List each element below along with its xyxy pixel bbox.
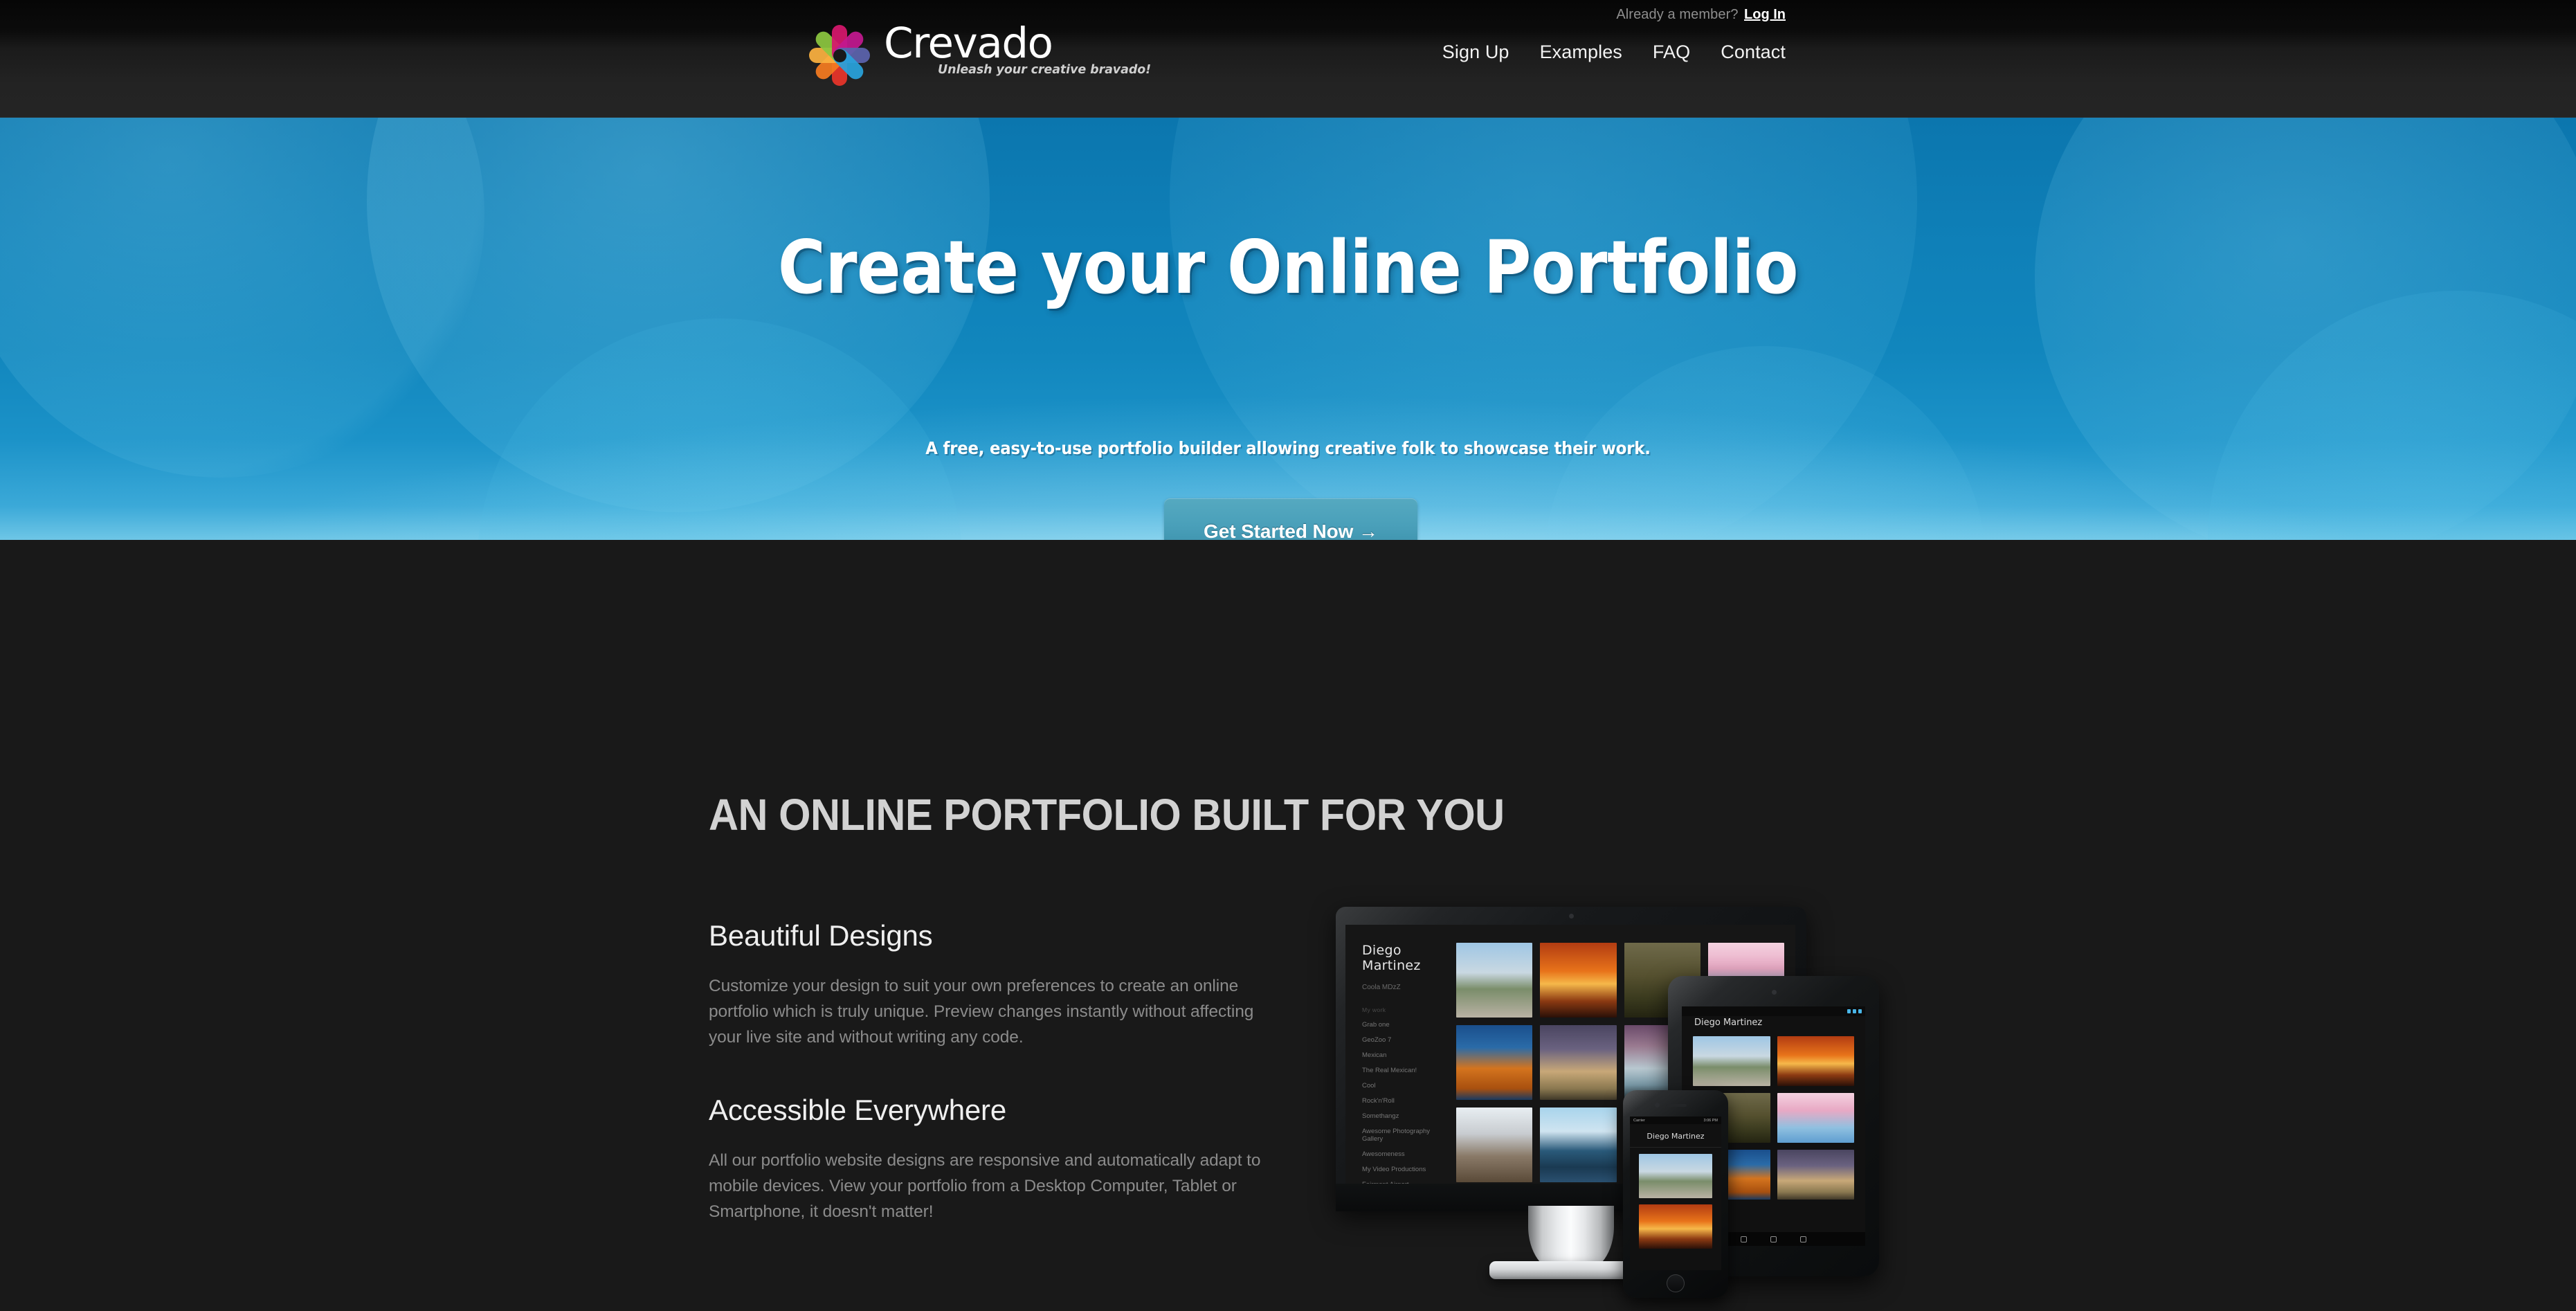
- portfolio-thumbnail[interactable]: [1540, 1107, 1617, 1182]
- feature-body: All our portfolio website designs are re…: [709, 1150, 1261, 1222]
- portfolio-thumbnail[interactable]: [1540, 1025, 1617, 1100]
- nav-contact[interactable]: Contact: [1721, 42, 1786, 63]
- nav-sign-up[interactable]: Sign Up: [1442, 42, 1509, 63]
- portfolio-thumbnail[interactable]: [1639, 1204, 1712, 1249]
- member-topbar: Already a member? Log In: [0, 7, 2576, 30]
- logo-hub: [833, 49, 846, 62]
- hero-banner: Create your Online Portfolio A free, eas…: [0, 118, 2576, 540]
- portfolio-thumbnail[interactable]: [1777, 1036, 1854, 1086]
- portfolio-link[interactable]: Awesomeness: [1362, 1150, 1449, 1158]
- phone-speaker-icon: [1666, 1104, 1687, 1107]
- tablet-status-bar: [1682, 1006, 1865, 1016]
- feature-body: Customize your design to suit your own p…: [709, 977, 1254, 1047]
- features-section: AN ONLINE PORTFOLIO BUILT FOR YOU Beauti…: [0, 540, 2576, 1311]
- feature-title: Beautiful Designs: [709, 919, 933, 952]
- wordmark: Crevado Unleash your creative bravado!: [884, 19, 1152, 77]
- portfolio-link[interactable]: Mexican: [1362, 1051, 1449, 1059]
- feature-item-accessible-everywhere: Accessible Everywhere All our portfolio …: [709, 1094, 1262, 1225]
- portfolio-link[interactable]: Grab one: [1362, 1021, 1449, 1029]
- landing-page: Already a member? Log In Crevado Unleash…: [0, 0, 2576, 1311]
- clock-label: 3:06 PM: [1703, 1118, 1718, 1123]
- main-navigation: Sign Up Examples FAQ Contact: [1442, 42, 1786, 63]
- portfolio-thumbnail[interactable]: [1777, 1150, 1854, 1200]
- phone-body: Carrier 3:06 PM Diego Martinez: [1623, 1090, 1728, 1298]
- phone-camera-icon: [1655, 1103, 1660, 1107]
- device-mockups: Diego Martinez Coola MDzZ My work Grab o…: [1318, 907, 1997, 1311]
- carrier-label: Carrier: [1633, 1118, 1645, 1123]
- feature-title: Accessible Everywhere: [709, 1093, 1006, 1126]
- home-icon[interactable]: [1770, 1236, 1777, 1242]
- nav-examples[interactable]: Examples: [1540, 42, 1622, 63]
- portfolio-link[interactable]: My Video Productions: [1362, 1166, 1449, 1173]
- brand-name: Crevado: [884, 19, 1053, 68]
- portfolio-link[interactable]: Awesome Photography Gallery: [1362, 1128, 1449, 1143]
- portfolio-thumbnail[interactable]: [1777, 1093, 1854, 1143]
- portfolio-thumbnail[interactable]: [1456, 1107, 1533, 1182]
- portfolio-link[interactable]: Rock'n'Roll: [1362, 1097, 1449, 1105]
- portfolio-sidebar-heading: My work: [1362, 1006, 1386, 1013]
- portfolio-link[interactable]: Cool: [1362, 1082, 1449, 1090]
- monitor-camera-icon: [1569, 914, 1574, 919]
- portfolio-thumbnail[interactable]: [1456, 1025, 1533, 1100]
- nav-faq[interactable]: FAQ: [1653, 42, 1690, 63]
- portfolio-link[interactable]: Somethangz: [1362, 1112, 1449, 1120]
- portfolio-name: Diego Martinez: [1362, 943, 1421, 973]
- site-logo[interactable]: Crevado Unleash your creative bravado!: [806, 21, 1151, 89]
- portfolio-thumbnail[interactable]: [1540, 943, 1617, 1018]
- feature-list: Beautiful Designs Customize your design …: [709, 919, 1262, 1224]
- portfolio-link[interactable]: GeoZoo 7: [1362, 1036, 1449, 1044]
- wifi-icon: [1847, 1009, 1851, 1013]
- phone-status-bar: Carrier 3:06 PM: [1630, 1116, 1721, 1124]
- portfolio-subtitle: Coola MDzZ: [1362, 984, 1401, 991]
- member-prompt-text: Already a member?: [1616, 7, 1739, 22]
- portfolio-thumbnail[interactable]: [1639, 1154, 1712, 1198]
- recents-icon[interactable]: [1800, 1236, 1806, 1242]
- page-title: AN ONLINE PORTFOLIO BUILT FOR YOU: [709, 790, 1505, 840]
- tablet-camera-icon: [1771, 990, 1777, 995]
- site-header: Already a member? Log In Crevado Unleash…: [0, 0, 2576, 118]
- get-started-button[interactable]: Get Started Now →: [1164, 498, 1417, 540]
- portfolio-name: Diego Martinez: [1630, 1124, 1721, 1148]
- smartphone-mockup: Carrier 3:06 PM Diego Martinez: [1623, 1090, 1728, 1298]
- portfolio-thumbnail[interactable]: [1456, 943, 1533, 1018]
- back-icon[interactable]: [1741, 1236, 1747, 1242]
- phone-screen: Carrier 3:06 PM Diego Martinez: [1630, 1116, 1721, 1270]
- battery-icon: [1858, 1009, 1862, 1013]
- hero-subtitle: A free, easy-to-use portfolio builder al…: [925, 438, 1651, 458]
- signal-icon: [1853, 1009, 1856, 1013]
- phone-home-button[interactable]: [1667, 1274, 1685, 1292]
- log-in-link[interactable]: Log In: [1744, 7, 1786, 22]
- pinwheel-logo-icon: [806, 22, 873, 89]
- feature-item-beautiful-designs: Beautiful Designs Customize your design …: [709, 919, 1262, 1051]
- hero-title: Create your Online Portfolio: [777, 225, 1799, 310]
- portfolio-image-grid: [1630, 1148, 1721, 1255]
- brand-tagline: Unleash your creative bravado!: [938, 62, 1152, 77]
- portfolio-link[interactable]: The Real Mexican!: [1362, 1067, 1449, 1074]
- portfolio-thumbnail[interactable]: [1693, 1036, 1770, 1086]
- portfolio-sidebar: Diego Martinez Coola MDzZ My work Grab o…: [1345, 925, 1449, 1184]
